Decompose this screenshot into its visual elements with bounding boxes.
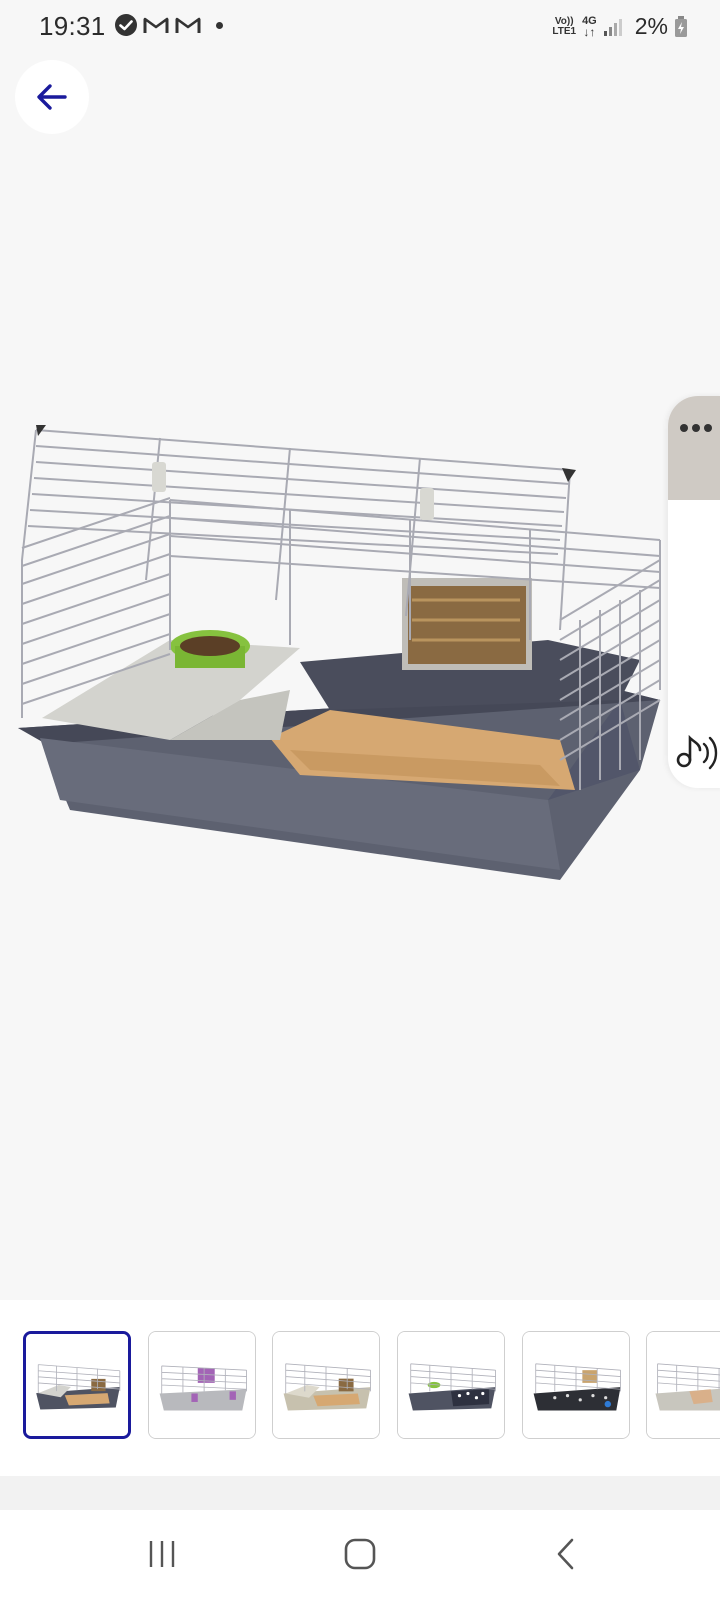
- system-nav-bar: [0, 1510, 720, 1600]
- strip-bottom-divider: [0, 1476, 720, 1510]
- thumbnail-image: [523, 1332, 629, 1438]
- status-time: 19:31: [39, 11, 106, 41]
- status-bar: 19:31 Vo)) LTE1 4G ↓↑ 2%: [0, 0, 720, 56]
- arrow-left-icon: [37, 84, 67, 110]
- thumbnail-image: [647, 1332, 720, 1438]
- more-dots-icon: [680, 424, 712, 432]
- thumbnail-4[interactable]: [397, 1331, 505, 1439]
- recent-apps-button[interactable]: [132, 1532, 192, 1576]
- notification-dot-icon: [216, 21, 223, 29]
- recent-apps-icon: [149, 1541, 175, 1567]
- more-options-button[interactable]: [668, 396, 720, 500]
- gmail-icon: [143, 17, 169, 33]
- system-back-button[interactable]: [536, 1532, 596, 1576]
- network-4g-indicator: 4G ↓↑: [582, 15, 597, 39]
- thumbnail-strip: [0, 1300, 720, 1476]
- thumbnail-image: [26, 1334, 128, 1436]
- notification-icons: [114, 13, 223, 37]
- system-status: Vo)) LTE1 4G ↓↑ 2%: [552, 13, 688, 40]
- thumbnail-image: [398, 1332, 504, 1438]
- product-image-rabbit-cage[interactable]: [0, 380, 680, 920]
- battery-charging-icon: [675, 15, 687, 37]
- signal-icon: [603, 18, 622, 36]
- thumbnail-6[interactable]: [646, 1331, 720, 1439]
- music-note-sound-icon: [676, 734, 718, 770]
- thumbnail-image: [273, 1332, 379, 1438]
- thumbnail-3[interactable]: [272, 1331, 380, 1439]
- thumbnail-5[interactable]: [522, 1331, 630, 1439]
- back-button[interactable]: [15, 60, 89, 134]
- thumbnail-1[interactable]: [23, 1331, 131, 1439]
- thumbnail-2[interactable]: [148, 1331, 256, 1439]
- side-floating-widget: [668, 396, 720, 788]
- thumbnail-image: [149, 1332, 255, 1438]
- check-circle-icon: [115, 14, 137, 36]
- battery-percent: 2%: [634, 13, 668, 39]
- home-icon: [344, 1538, 376, 1570]
- system-back-icon: [557, 1538, 574, 1570]
- volte-indicator: Vo)) LTE1: [552, 15, 577, 37]
- audio-button[interactable]: [674, 732, 720, 777]
- home-button[interactable]: [330, 1532, 390, 1576]
- gmail-icon: [175, 17, 201, 33]
